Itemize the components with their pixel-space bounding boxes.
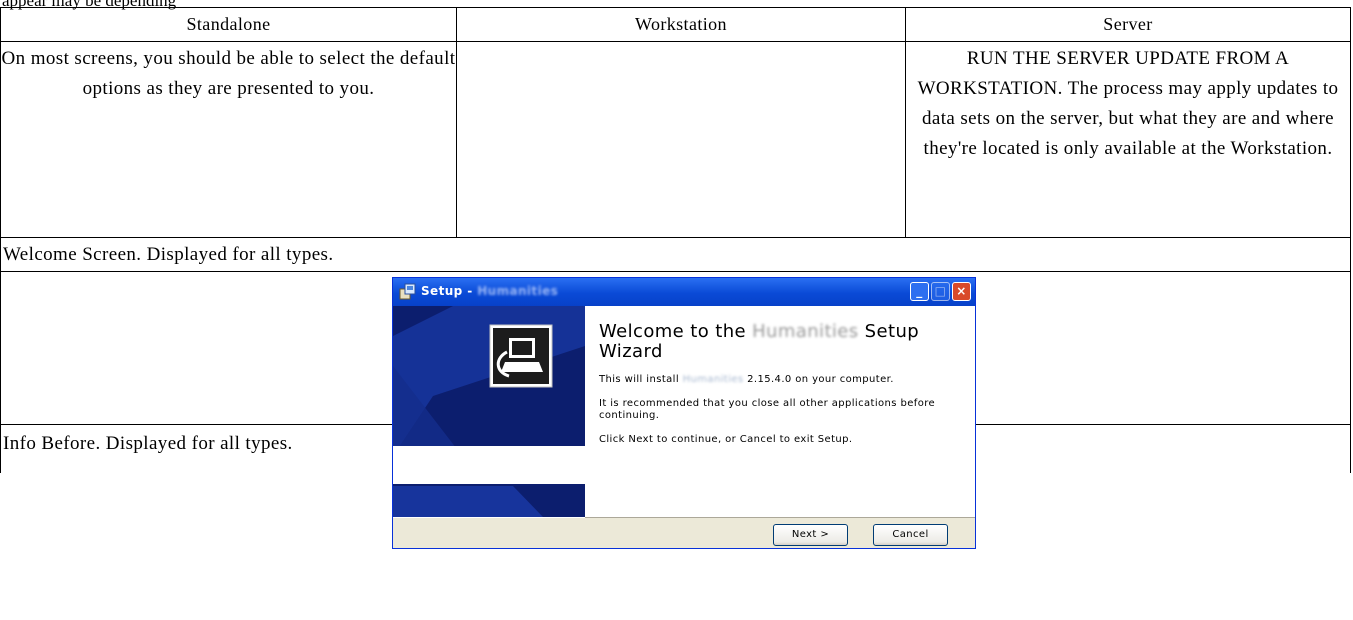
wizard-content: Welcome to the Humanities Setup Wizard T…	[585, 306, 975, 517]
setup-package-icon	[399, 283, 416, 300]
dialog-footer: Next > Cancel	[393, 518, 975, 548]
header-standalone: Standalone	[0, 7, 457, 42]
screenshot-cell: Setup - Humanities _ □ × Welcome to the …	[0, 271, 1351, 549]
setup-wizard-dialog: Setup - Humanities _ □ × Welcome to the …	[392, 277, 976, 549]
standalone-note: On most screens, you should be able to s…	[0, 41, 457, 238]
window-controls: _ □ ×	[910, 282, 971, 301]
next-button[interactable]: Next >	[773, 524, 848, 546]
header-workstation: Workstation	[456, 7, 906, 42]
header-server: Server	[905, 7, 1351, 42]
dialog-title: Setup - Humanities	[421, 284, 559, 298]
install-info-text: This will install Humanities 2.15.4.0 on…	[599, 374, 894, 385]
screenshot-row: Setup - Humanities _ □ × Welcome to the …	[0, 271, 1351, 549]
close-apps-text: It is recommended that you close all oth…	[599, 398, 936, 421]
wizard-banner-graphic	[393, 306, 585, 517]
server-note: RUN THE SERVER UPDATE FROM A WORKSTATION…	[905, 41, 1351, 238]
maximize-button[interactable]: □	[931, 282, 950, 301]
minimize-button[interactable]: _	[910, 282, 929, 301]
computer-install-icon	[489, 324, 553, 388]
workstation-note	[456, 41, 906, 238]
continue-instruction-text: Click Next to continue, or Cancel to exi…	[599, 434, 853, 445]
header-row: Standalone Workstation Server	[0, 7, 1351, 42]
dialog-title-app: Humanities	[477, 284, 559, 298]
install-app-name: Humanities	[682, 374, 744, 385]
update-procedure-table: Standalone Workstation Server On most sc…	[0, 7, 1351, 549]
caption-row-welcome: Welcome Screen. Displayed for all types.	[0, 237, 1351, 272]
welcome-heading: Welcome to the Humanities Setup Wizard	[599, 321, 920, 362]
welcome-screen-caption: Welcome Screen. Displayed for all types.	[0, 237, 1351, 272]
heading-app-name: Humanities	[752, 321, 859, 342]
close-button[interactable]: ×	[952, 282, 971, 301]
cancel-button[interactable]: Cancel	[873, 524, 948, 546]
wizard-side-banner	[393, 306, 585, 517]
notes-row: On most screens, you should be able to s…	[0, 41, 1351, 238]
dialog-title-bar: Setup - Humanities _ □ ×	[393, 278, 975, 306]
